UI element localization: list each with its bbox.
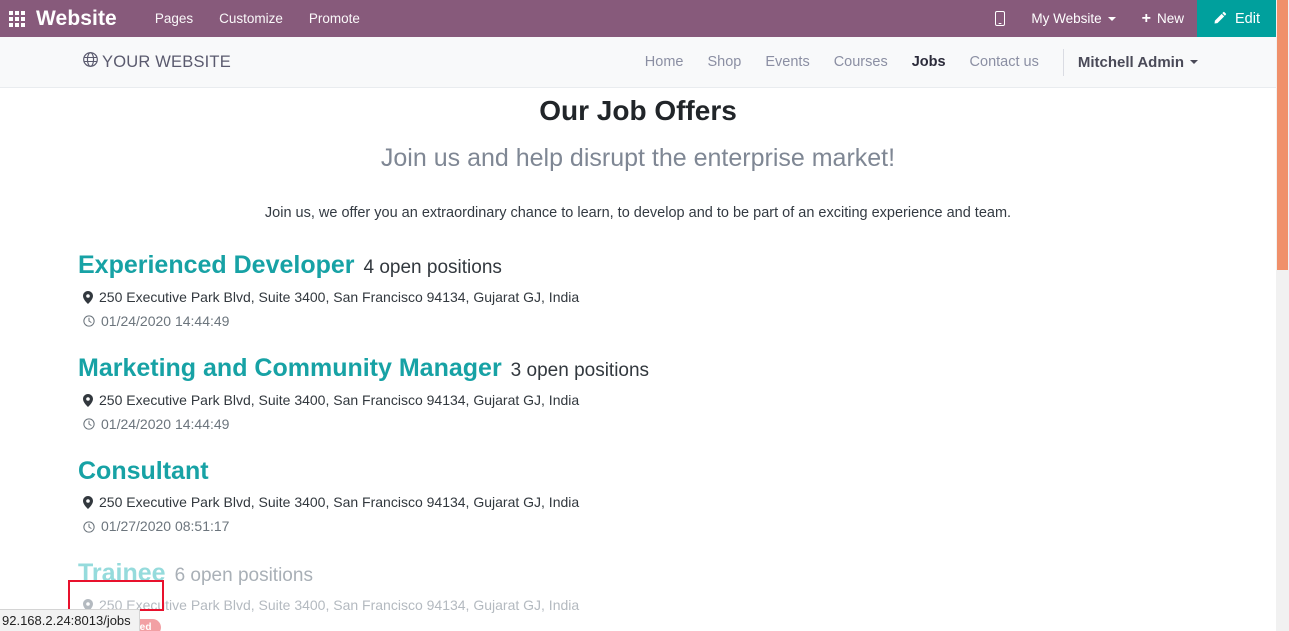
page-subtitle: Join us and help disrupt the enterprise … <box>380 144 896 172</box>
job-address-text: 250 Executive Park Blvd, Suite 3400, San… <box>99 288 580 305</box>
job-address-text: 250 Executive Park Blvd, Suite 3400, San… <box>99 391 580 408</box>
job-title-link[interactable]: Trainee <box>78 559 166 588</box>
job-title-link[interactable]: Marketing and Community Manager <box>78 354 502 383</box>
nav-item-events[interactable]: Events <box>753 54 821 70</box>
clock-icon <box>83 418 95 430</box>
job-heading: Marketing and Community Manager 3 open p… <box>78 354 1276 383</box>
mobile-preview-button[interactable] <box>982 0 1018 37</box>
clock-icon <box>83 315 95 327</box>
edit-button-label: Edit <box>1235 10 1260 27</box>
map-pin-icon <box>83 393 93 407</box>
menu-item-promote[interactable]: Promote <box>309 11 360 26</box>
nav-item-shop[interactable]: Shop <box>695 54 753 70</box>
job-item: Consultant 250 Executive Park Blvd, Suit… <box>78 457 1276 538</box>
menu-item-customize[interactable]: Customize <box>219 11 283 26</box>
job-address: 250 Executive Park Blvd, Suite 3400, San… <box>83 492 1276 513</box>
menu-item-pages[interactable]: Pages <box>155 11 193 26</box>
new-button[interactable]: + New <box>1129 0 1197 37</box>
clock-icon <box>83 521 95 533</box>
site-logo[interactable]: YOUR WEBSITE <box>82 51 231 73</box>
user-menu[interactable]: Mitchell Admin <box>1070 54 1198 71</box>
nav-item-home[interactable]: Home <box>633 54 696 70</box>
job-item: Marketing and Community Manager 3 open p… <box>78 354 1276 435</box>
job-item: Experienced Developer 4 open positions 2… <box>78 251 1276 332</box>
vertical-scrollbar-thumb[interactable] <box>1277 0 1288 270</box>
site-logo-text: YOUR WEBSITE <box>102 52 231 71</box>
nav-divider <box>1062 48 1064 76</box>
job-date-text: 01/24/2020 14:44:49 <box>101 312 230 329</box>
website-selector[interactable]: My Website <box>1018 0 1128 37</box>
job-address: 250 Executive Park Blvd, Suite 3400, San… <box>83 595 1276 616</box>
backend-topbar-right: My Website + New Edit <box>982 0 1276 37</box>
job-title-link[interactable]: Consultant <box>78 457 209 486</box>
nav-item-contact-us[interactable]: Contact us <box>958 54 1051 70</box>
job-date: 01/27/2020 08:51:17 <box>83 516 1276 537</box>
page-lead-text: Join us, we offer you an extraordinary c… <box>264 205 1012 221</box>
job-address: 250 Executive Park Blvd, Suite 3400, San… <box>83 390 1276 411</box>
job-heading: Consultant <box>78 457 1276 486</box>
job-date-text: 01/27/2020 08:51:17 <box>101 518 230 535</box>
new-button-label: New <box>1156 11 1184 26</box>
job-date: 01/24/2020 14:44:49 <box>83 311 1276 332</box>
job-list: Experienced Developer 4 open positions 2… <box>0 251 1276 631</box>
website-nav: Home Shop Events Courses Jobs Contact us… <box>633 48 1276 76</box>
map-pin-icon <box>83 290 93 304</box>
job-heading: Experienced Developer 4 open positions <box>78 251 1276 280</box>
website-selector-label: My Website <box>1031 11 1102 26</box>
page-content: Our Job Offers Join us and help disrupt … <box>0 88 1276 631</box>
job-item: Trainee 6 open positions 250 Executive P… <box>78 559 1276 631</box>
job-open-positions: 4 open positions <box>363 257 502 278</box>
status-bar-link-preview: 92.168.2.24:8013/jobs <box>0 609 140 631</box>
job-status-row: unpublished <box>78 619 1276 631</box>
apps-grid-icon[interactable] <box>0 0 34 37</box>
job-open-positions: 6 open positions <box>174 565 313 587</box>
job-address: 250 Executive Park Blvd, Suite 3400, San… <box>83 287 1276 308</box>
plus-icon: + <box>1141 9 1151 27</box>
chevron-down-icon <box>1107 16 1116 21</box>
edit-button[interactable]: Edit <box>1197 0 1276 37</box>
job-date-text: 01/24/2020 14:44:49 <box>101 415 230 432</box>
status-bar-url: 92.168.2.24:8013/jobs <box>2 613 131 628</box>
pencil-icon <box>1212 11 1227 26</box>
app-brand-website[interactable]: Website <box>36 7 117 31</box>
job-date: 01/24/2020 14:44:49 <box>83 414 1276 435</box>
nav-item-courses[interactable]: Courses <box>822 54 900 70</box>
user-menu-label: Mitchell Admin <box>1077 53 1184 71</box>
job-address-text: 250 Executive Park Blvd, Suite 3400, San… <box>99 597 580 613</box>
website-header: YOUR WEBSITE Home Shop Events Courses Jo… <box>0 37 1276 88</box>
job-title-link[interactable]: Experienced Developer <box>78 251 355 280</box>
page-title: Our Job Offers <box>539 95 737 126</box>
backend-topbar: Website Pages Customize Promote My Websi… <box>0 0 1276 37</box>
job-open-positions: 3 open positions <box>510 359 650 381</box>
job-heading: Trainee 6 open positions <box>78 559 1276 588</box>
chevron-down-icon <box>1190 60 1198 64</box>
nav-item-jobs[interactable]: Jobs <box>900 54 958 70</box>
map-pin-icon <box>83 496 93 510</box>
backend-menu: Pages Customize Promote <box>155 11 360 26</box>
globe-icon <box>82 51 99 73</box>
job-address-text: 250 Executive Park Blvd, Suite 3400, San… <box>99 494 580 511</box>
mobile-preview-icon <box>995 11 1006 26</box>
